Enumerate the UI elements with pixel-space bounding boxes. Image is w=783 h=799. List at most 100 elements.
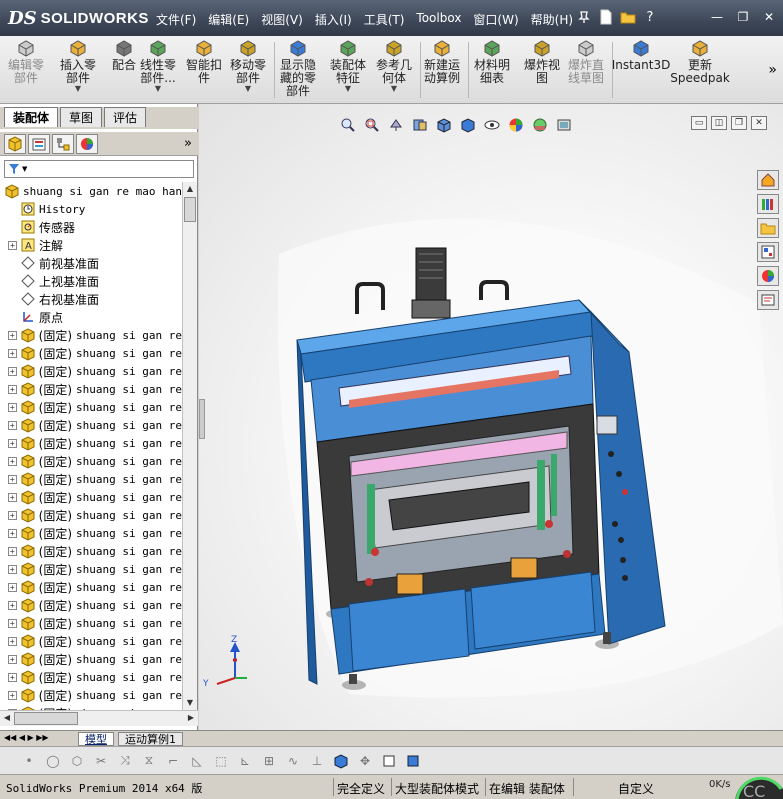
tree-component-row[interactable]: + (固定)shuang si gan re xyxy=(0,416,182,434)
scroll-thumb[interactable] xyxy=(184,197,196,222)
cmd-button-5[interactable]: 移动零 部件 ▼ xyxy=(224,38,272,93)
expand-toggle-icon[interactable]: + xyxy=(8,474,17,484)
spline-tool-icon[interactable]: ∿ xyxy=(284,752,302,770)
dropdown-arrow-icon[interactable]: ▼ xyxy=(245,85,251,93)
cmd-button-3[interactable]: 线性零 部件... ▼ xyxy=(134,38,182,93)
tree-item-0[interactable]: History xyxy=(0,200,182,218)
cmd-button-12[interactable]: 爆炸直 线草图 xyxy=(562,38,610,85)
menu-help[interactable]: 帮助(H) xyxy=(525,9,579,30)
tab-model[interactable]: 模型 xyxy=(78,732,114,746)
tree-vertical-scrollbar[interactable]: ▲ ▼ xyxy=(182,182,197,710)
tree-filter[interactable]: ▼ xyxy=(4,160,194,178)
cmd-button-0[interactable]: 编辑零 部件 xyxy=(2,38,50,85)
tree-component-row[interactable]: + (固定)shuang si gan re xyxy=(0,326,182,344)
cmd-button-8[interactable]: 参考几 何体 ▼ xyxy=(370,38,418,93)
dropdown-arrow-icon[interactable]: ▼ xyxy=(75,85,81,93)
scroll-up-icon[interactable]: ▲ xyxy=(183,182,197,196)
expand-toggle-icon[interactable]: + xyxy=(8,672,17,682)
pattern-tool-icon[interactable]: ⊞ xyxy=(260,752,278,770)
feature-manager-icon[interactable] xyxy=(4,133,26,154)
tree-item-3[interactable]: 前视基准面 xyxy=(0,254,182,272)
configuration-manager-icon[interactable] xyxy=(52,133,74,154)
rectangle-tool-icon[interactable]: ⬚ xyxy=(212,752,230,770)
cmd-button-14[interactable]: 更新 Speedpak xyxy=(670,38,730,85)
tree-component-row[interactable]: + (固定)shuang si gan re xyxy=(0,380,182,398)
cmd-button-7[interactable]: 装配体 特征 ▼ xyxy=(324,38,372,93)
tree-component-row[interactable]: + (固定)shuang si gan re xyxy=(0,452,182,470)
expand-toggle-icon[interactable]: + xyxy=(8,546,17,556)
tab-sketch[interactable]: 草图 xyxy=(60,107,103,127)
restore-icon[interactable]: ❐ xyxy=(733,8,753,26)
tree-root-assembly[interactable]: shuang si gan re mao han j xyxy=(0,182,182,200)
cmd-button-4[interactable]: 智能扣件 xyxy=(180,38,228,85)
scroll-down-icon[interactable]: ▼ xyxy=(183,696,197,710)
expand-toggle-icon[interactable]: + xyxy=(8,528,17,538)
tree-component-row[interactable]: + (固定)shuang si gan re xyxy=(0,488,182,506)
dropdown-arrow-icon[interactable]: ▼ xyxy=(155,85,161,93)
help-icon[interactable]: ? xyxy=(641,8,659,26)
tree-component-row[interactable]: + (固定)shuang si gan re xyxy=(0,560,182,578)
expand-toggle-icon[interactable]: + xyxy=(8,618,17,628)
tab-motion-study[interactable]: 运动算例1 xyxy=(118,732,183,746)
expand-panel-icon[interactable]: » xyxy=(184,136,192,151)
mirror-tool-icon[interactable]: ⧖ xyxy=(140,752,158,770)
tab-assembly[interactable]: 装配体 xyxy=(4,107,59,127)
pin-icon[interactable] xyxy=(575,8,593,26)
dimension-tool-icon[interactable]: ⊾ xyxy=(236,752,254,770)
expand-toggle-icon[interactable]: + xyxy=(8,600,17,610)
expand-toggle-icon[interactable]: + xyxy=(8,330,17,340)
dropdown-arrow-icon[interactable]: ▼ xyxy=(345,85,351,93)
expand-toggle-icon[interactable]: + xyxy=(8,492,17,502)
menu-tools[interactable]: 工具(T) xyxy=(358,9,411,30)
shaded-edges-icon[interactable] xyxy=(404,752,422,770)
tree-component-row[interactable]: + (固定)shuang si gan re xyxy=(0,668,182,686)
tree-item-2[interactable]: + A 注解 xyxy=(0,236,182,254)
h-scroll-thumb[interactable] xyxy=(14,712,78,725)
cmd-button-11[interactable]: 爆炸视图 xyxy=(518,38,566,85)
menu-view[interactable]: 视图(V) xyxy=(255,9,309,30)
tree-component-row[interactable]: + (固定)shuang si gan re xyxy=(0,614,182,632)
offset-tool-icon[interactable]: ⤨ xyxy=(116,752,134,770)
cmd-button-1[interactable]: 插入零 部件 ▼ xyxy=(54,38,102,93)
tree-component-row[interactable]: + (固定)shuang si gan re xyxy=(0,596,182,614)
expand-toggle-icon[interactable]: + xyxy=(8,456,17,466)
tree-component-row[interactable]: + (固定)shuang si gan re xyxy=(0,398,182,416)
solid-body-icon[interactable] xyxy=(332,752,350,770)
tree-item-4[interactable]: 上视基准面 xyxy=(0,272,182,290)
expand-toggle-icon[interactable]: + xyxy=(8,366,17,376)
close-icon[interactable]: ✕ xyxy=(759,8,779,26)
shaded-view-icon[interactable] xyxy=(380,752,398,770)
menu-edit[interactable]: 编辑(E) xyxy=(202,9,255,30)
dropdown-arrow-icon[interactable]: ▼ xyxy=(391,85,397,93)
chamfer-tool-icon[interactable]: ◺ xyxy=(188,752,206,770)
tree-item-6[interactable]: 原点 xyxy=(0,308,182,326)
expand-toggle-icon[interactable]: + xyxy=(8,510,17,520)
tree-horizontal-scrollbar[interactable]: ◀ ▶ xyxy=(0,710,198,726)
tree-component-row[interactable]: + (固定)shuang si gan re xyxy=(0,578,182,596)
expand-toggle-icon[interactable]: + xyxy=(8,438,17,448)
menu-toolbox[interactable]: Toolbox xyxy=(410,9,467,30)
tab-evaluate[interactable]: 评估 xyxy=(104,107,147,127)
more-commands-icon[interactable]: » xyxy=(768,62,777,78)
expand-toggle-icon[interactable]: + xyxy=(8,348,17,358)
tree-component-row[interactable]: + (固定)shuang si gan re xyxy=(0,506,182,524)
tree-item-1[interactable]: 传感器 xyxy=(0,218,182,236)
tree-component-row[interactable]: + (固定)shuang si gan re xyxy=(0,632,182,650)
polygon-tool-icon[interactable]: ⬡ xyxy=(68,752,86,770)
tab-scroll-icons[interactable]: ◀◀ ◀ ▶ ▶▶ xyxy=(4,733,49,742)
menu-file[interactable]: 文件(F) xyxy=(150,9,202,30)
expand-toggle-icon[interactable]: + xyxy=(8,564,17,574)
tree-component-row[interactable]: + (固定)shuang si gan re xyxy=(0,650,182,668)
cmd-button-10[interactable]: 材料明 细表 xyxy=(468,38,516,85)
expand-toggle-icon[interactable]: + xyxy=(8,582,17,592)
scroll-left-icon[interactable]: ◀ xyxy=(0,711,14,725)
panel-collapse-handle[interactable] xyxy=(199,399,205,439)
solidworks-logo[interactable]: DS SOLIDWORKS xyxy=(8,6,149,30)
minimize-icon[interactable]: — xyxy=(707,8,727,26)
tree-component-row[interactable]: + (固定)shuang si gan re xyxy=(0,542,182,560)
tree-component-row[interactable]: + (固定)shuang si gan re xyxy=(0,362,182,380)
expand-toggle-icon[interactable]: + xyxy=(8,384,17,394)
relations-icon[interactable]: ⊥ xyxy=(308,752,326,770)
graphics-area[interactable]: ▭ ◫ ❐ ✕ Z Y xyxy=(199,104,783,730)
menu-window[interactable]: 窗口(W) xyxy=(467,9,524,30)
